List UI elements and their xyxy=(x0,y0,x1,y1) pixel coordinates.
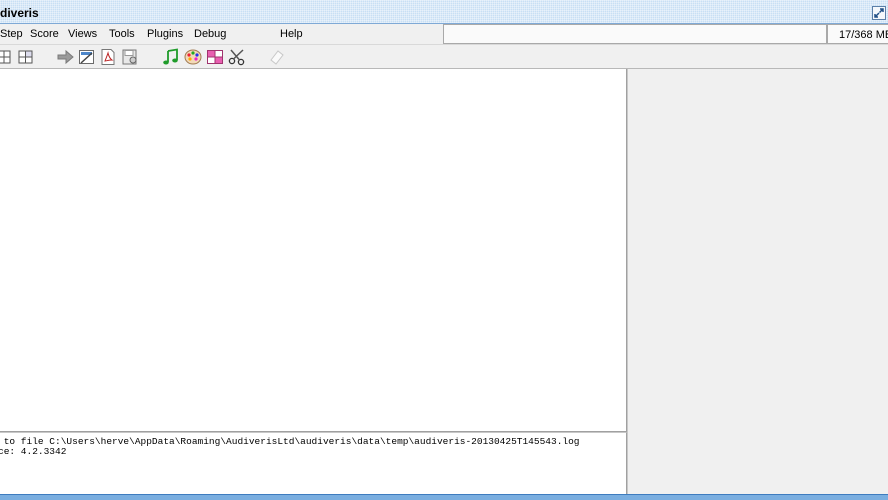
memory-meter[interactable]: 17/368 MB xyxy=(827,24,888,44)
menu-tools[interactable]: Tools xyxy=(109,28,135,40)
table-pink-icon[interactable] xyxy=(206,48,224,66)
log-panel: to file C:\Users\herve\AppData\Roaming\A… xyxy=(0,432,627,495)
toolbar xyxy=(0,45,888,69)
log-line: ce: 4.2.3342 xyxy=(0,446,67,457)
log-line: to file C:\Users\herve\AppData\Roaming\A… xyxy=(0,436,580,447)
window-title: diveris xyxy=(0,6,39,20)
arrow-right-icon[interactable] xyxy=(56,48,74,66)
eraser-icon[interactable] xyxy=(268,48,286,66)
palette-icon[interactable] xyxy=(184,48,202,66)
pdf-icon[interactable] xyxy=(99,48,117,66)
split-grid-icon[interactable] xyxy=(17,48,35,66)
menu-views[interactable]: Views xyxy=(68,28,97,40)
score-view[interactable] xyxy=(0,69,627,432)
side-panel xyxy=(627,69,888,495)
menu-score[interactable]: Score xyxy=(30,28,59,40)
bottom-window-border xyxy=(0,494,888,500)
scissors-icon[interactable] xyxy=(228,48,246,66)
menu-debug[interactable]: Debug xyxy=(194,28,226,40)
restore-window-icon[interactable] xyxy=(872,6,886,20)
menu-help[interactable]: Help xyxy=(280,28,303,40)
save-disk-icon[interactable] xyxy=(121,48,139,66)
menu-plugins[interactable]: Plugins xyxy=(147,28,183,40)
status-message-field xyxy=(443,24,827,44)
grid-icon[interactable] xyxy=(0,48,14,66)
title-bar: diveris xyxy=(0,0,888,24)
image-edit-icon[interactable] xyxy=(78,48,96,66)
menu-step[interactable]: Step xyxy=(0,28,23,40)
music-note-icon[interactable] xyxy=(162,48,180,66)
